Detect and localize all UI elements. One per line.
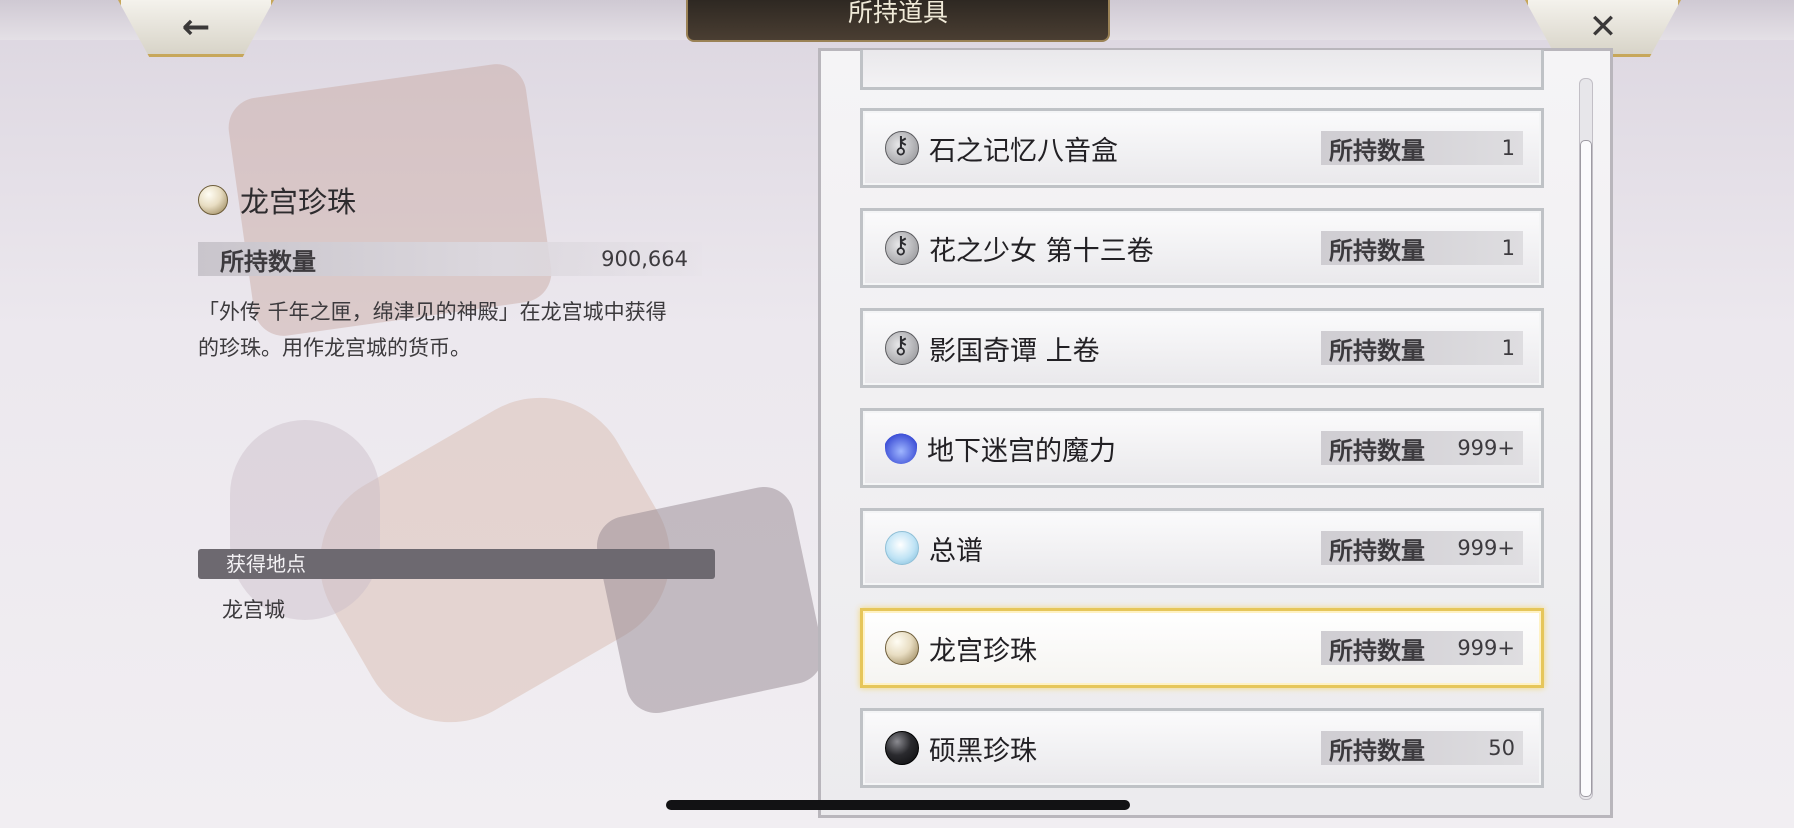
item-detail-panel: 龙宫珍珠 所持数量 900,664 「外传 千年之匣，绵津见的神殿」在龙宫城中获… <box>198 178 718 366</box>
item-quantity: 所持数量 1 <box>1321 231 1523 265</box>
item-quantity: 所持数量 999+ <box>1321 531 1523 565</box>
quantity-label: 所持数量 <box>1329 436 1425 465</box>
list-item[interactable]: 硕黑珍珠 所持数量 50 <box>860 708 1544 788</box>
key-icon <box>885 231 919 265</box>
list-item[interactable]: 地下迷宫的魔力 所持数量 999+ <box>860 408 1544 488</box>
item-quantity: 所持数量 1 <box>1321 331 1523 365</box>
background-illustration <box>0 0 820 828</box>
close-icon: ✕ <box>1588 7 1618 47</box>
quantity-value: 1 <box>1501 236 1515 260</box>
quantity-label: 所持数量 <box>1329 736 1425 765</box>
scrollbar-thumb[interactable] <box>1580 140 1592 797</box>
flame-icon <box>885 432 917 464</box>
quantity-value: 50 <box>1488 736 1515 760</box>
quantity-value: 999+ <box>1457 436 1515 460</box>
detail-title-row: 龙宫珍珠 <box>198 178 718 222</box>
item-name: 影国奇谭 上卷 <box>929 335 1100 367</box>
list-item[interactable]: 石之记忆八音盒 所持数量 1 <box>860 108 1544 188</box>
quantity-label: 所持数量 <box>1329 636 1425 665</box>
detail-description: 「外传 千年之匣，绵津见的神殿」在龙宫城中获得 的珍珠。用作龙宫城的货币。 <box>198 294 738 366</box>
back-arrow-icon: ← <box>181 7 211 47</box>
detail-quantity-bar: 所持数量 900,664 <box>198 242 702 276</box>
list-item[interactable]: 总谱 所持数量 999+ <box>860 508 1544 588</box>
description-line: 的珍珠。用作龙宫城的货币。 <box>198 336 471 360</box>
item-name: 龙宫珍珠 <box>929 635 1037 667</box>
black-pearl-icon <box>885 731 919 765</box>
item-name: 石之记忆八音盒 <box>929 135 1118 167</box>
quantity-value: 1 <box>1501 336 1515 360</box>
list-item-selected[interactable]: 龙宫珍珠 所持数量 999+ <box>860 608 1544 688</box>
item-quantity: 所持数量 1 <box>1321 131 1523 165</box>
item-quantity: 所持数量 999+ <box>1321 631 1523 665</box>
item-name: 地下迷宫的魔力 <box>927 435 1116 467</box>
item-name: 总谱 <box>929 535 983 567</box>
source-heading: 获得地点 <box>198 549 715 579</box>
list-item-partial[interactable] <box>860 50 1544 90</box>
source-location: 龙宫城 <box>222 598 285 622</box>
bg-hourglass-shape <box>230 420 380 620</box>
key-icon <box>885 331 919 365</box>
pearl-icon <box>885 631 919 665</box>
quantity-value: 999+ <box>1457 536 1515 560</box>
description-line: 「外传 千年之匣，绵津见的神殿」在龙宫城中获得 <box>198 300 667 324</box>
quantity-value: 999+ <box>1457 636 1515 660</box>
bg-box-shape <box>591 481 820 719</box>
detail-quantity-label: 所持数量 <box>220 247 316 276</box>
quantity-label: 所持数量 <box>1329 536 1425 565</box>
frost-icon <box>885 531 919 565</box>
list-item[interactable]: 花之少女 第十三卷 所持数量 1 <box>860 208 1544 288</box>
item-name: 花之少女 第十三卷 <box>929 235 1154 267</box>
pearl-icon <box>198 185 228 215</box>
list-item[interactable]: 影国奇谭 上卷 所持数量 1 <box>860 308 1544 388</box>
item-quantity: 所持数量 50 <box>1321 731 1523 765</box>
detail-item-name: 龙宫珍珠 <box>240 185 357 219</box>
quantity-label: 所持数量 <box>1329 236 1425 265</box>
detail-quantity-value: 900,664 <box>601 247 688 271</box>
quantity-value: 1 <box>1501 136 1515 160</box>
home-indicator[interactable] <box>666 800 1130 810</box>
key-icon <box>885 131 919 165</box>
page-title: 所持道具 <box>686 0 1110 42</box>
item-quantity: 所持数量 999+ <box>1321 431 1523 465</box>
quantity-label: 所持数量 <box>1329 336 1425 365</box>
item-name: 硕黑珍珠 <box>929 735 1037 767</box>
quantity-label: 所持数量 <box>1329 136 1425 165</box>
